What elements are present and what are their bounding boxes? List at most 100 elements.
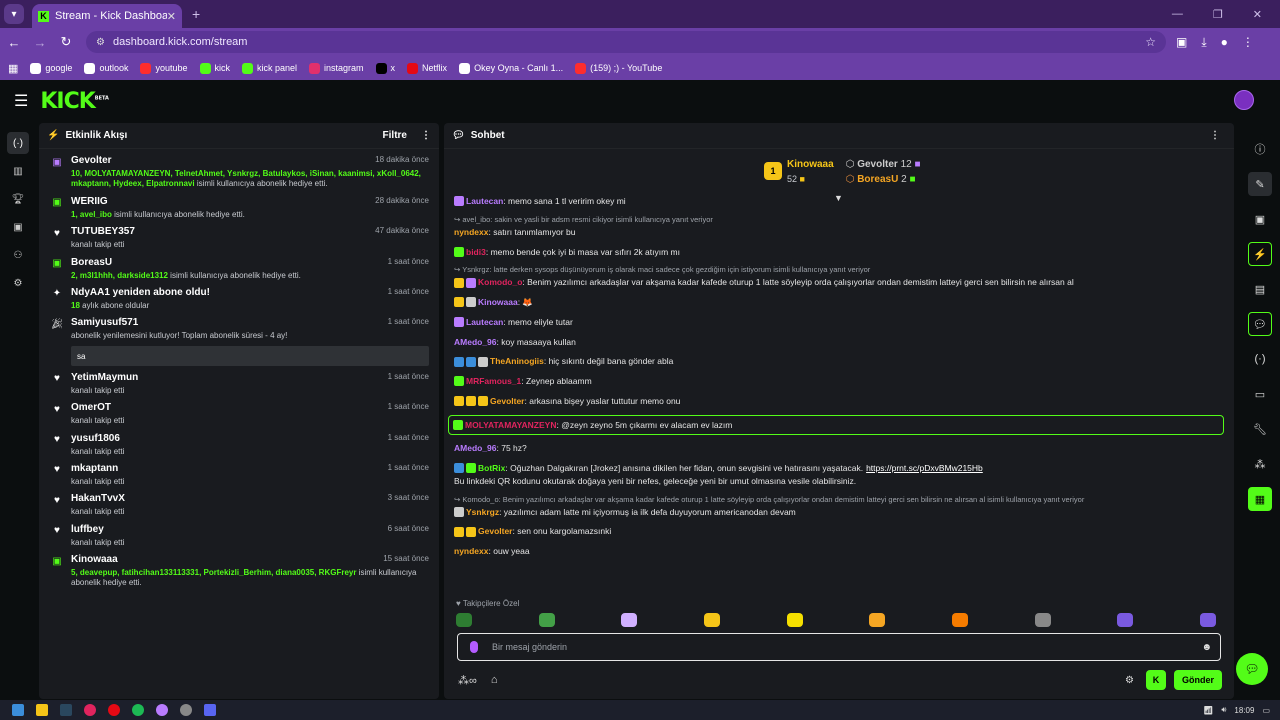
emote-icon[interactable]: [786, 613, 803, 627]
reply-context[interactable]: ↪ Ysnkrgz: latte derken sysops düşünüyor…: [454, 265, 1224, 274]
chat-username[interactable]: MRFamous_1: [466, 375, 521, 388]
event-user[interactable]: luffbey: [71, 524, 104, 535]
chat-more-icon[interactable]: ⋮: [1210, 130, 1220, 141]
opera-icon[interactable]: [108, 704, 120, 716]
chat-username[interactable]: MOLYATAMAYANZEYN: [465, 419, 556, 432]
chat-username[interactable]: Ysnkrgz: [466, 506, 499, 519]
chat-username[interactable]: AMedo_96: [454, 442, 497, 455]
chat-username[interactable]: Komodo_o: [478, 276, 522, 289]
chat-message[interactable]: Ysnkrgz: yazılımcı adam latte mi içiyorm…: [454, 506, 1224, 519]
chat-username[interactable]: Gevolter: [478, 525, 513, 538]
event-user[interactable]: Samiyusuf571: [71, 317, 138, 328]
activity-event[interactable]: 🎉︎ Samiyusuf571 1 saat önce abonelik yenile…: [39, 311, 439, 366]
bookmark-item[interactable]: (159) ;) - YouTube: [575, 62, 662, 74]
emote-icon[interactable]: [1034, 613, 1051, 627]
edit-icon[interactable]: ✎: [1248, 172, 1272, 196]
activity-event[interactable]: ▣ Kinowaaa 15 saat önce 5, deavepup, fatihc…: [39, 548, 439, 589]
send-button[interactable]: Gönder: [1174, 670, 1222, 690]
chat-input[interactable]: Bir mesaj gönderin ☻: [457, 633, 1221, 661]
chat-message[interactable]: Gevolter: arkasına bişey yaslar tuttutur…: [454, 395, 1224, 408]
event-user[interactable]: OmerOT: [71, 402, 111, 413]
mic-icon[interactable]: [470, 641, 478, 653]
kick-emote-button[interactable]: K: [1146, 670, 1166, 690]
leaderboard-first[interactable]: 1 Kinowaaa 52 ■: [764, 159, 834, 189]
tab-search-button[interactable]: ▾: [4, 4, 24, 24]
event-user[interactable]: WERIIG: [71, 196, 108, 207]
bookmark-item[interactable]: x: [375, 62, 395, 74]
quick-actions-icon[interactable]: ⚡: [1248, 242, 1272, 266]
minimize-button[interactable]: —: [1172, 8, 1183, 21]
bookmark-item[interactable]: google: [30, 62, 72, 74]
broadcast-icon[interactable]: (·): [1248, 347, 1272, 371]
help-chat-fab-icon[interactable]: 💬︎: [1236, 653, 1268, 685]
chat-message[interactable]: BotRix: Oğuzhan Dalgakıran [Jrokez] anıs…: [454, 462, 1224, 488]
activity-event[interactable]: ♥ mkaptann 1 saat önce kanalı takip etti: [39, 457, 439, 487]
activity-event[interactable]: ♥ TUTUBEY357 47 dakika önce kanalı takip et…: [39, 220, 439, 250]
chat-username[interactable]: bidi3: [466, 246, 486, 259]
chat-message[interactable]: Gevolter: sen onu kargolamazsınki: [454, 525, 1224, 538]
url-field[interactable]: ⚙ dashboard.kick.com/stream ☆: [86, 31, 1166, 53]
activity-event[interactable]: ♥ luffbey 6 saat önce kanalı takip etti: [39, 518, 439, 548]
chat-message[interactable]: nyndexx: satırı tanımlamıyor bu: [454, 226, 1224, 239]
close-tab-icon[interactable]: ✕: [167, 10, 176, 23]
reply-context[interactable]: ↪ avel_ibo: sakin ve yasli bir adsm resm…: [454, 215, 1224, 224]
bookmark-item[interactable]: outlook: [84, 62, 128, 74]
emote-icon[interactable]: [538, 613, 555, 627]
discord-icon[interactable]: [204, 704, 216, 716]
activity-event[interactable]: ♥ HakanTvvX 3 saat önce kanalı takip etti: [39, 487, 439, 517]
forward-icon[interactable]: →: [28, 35, 52, 50]
event-user[interactable]: TUTUBEY357: [71, 226, 135, 237]
kick-points-icon[interactable]: ⁂∞: [458, 674, 477, 687]
activity-event[interactable]: ♥ yusuf1806 1 saat önce kanalı takip etti: [39, 427, 439, 457]
store-icon[interactable]: ⌂: [491, 674, 498, 686]
close-window-button[interactable]: ✕: [1253, 8, 1262, 21]
chat-username[interactable]: nyndexx: [454, 226, 489, 239]
event-user[interactable]: mkaptann: [71, 463, 118, 474]
maximize-button[interactable]: ❐: [1213, 8, 1223, 21]
event-user[interactable]: Kinowaaa: [71, 554, 118, 565]
start-icon[interactable]: [12, 704, 24, 716]
bookmark-item[interactable]: instagram: [309, 62, 364, 74]
emote-icon[interactable]: [869, 613, 886, 627]
back-icon[interactable]: ←: [2, 35, 26, 50]
event-user[interactable]: yusuf1806: [71, 433, 120, 444]
chat-settings-icon[interactable]: ⚙: [1125, 675, 1134, 686]
mod-view-icon[interactable]: ▣: [1248, 207, 1272, 231]
chat-message[interactable]: MOLYATAMAYANZEYN: @zeyn zeyno 5m çıkarmı…: [448, 414, 1224, 436]
spotify-icon[interactable]: [132, 704, 144, 716]
clock[interactable]: 18:09: [1234, 706, 1254, 715]
chat-message[interactable]: bidi3: memo bende çok iyi bi masa var sı…: [454, 246, 1224, 259]
network-icon[interactable]: 📶︎: [1203, 706, 1213, 715]
activity-event[interactable]: ♥ OmerOT 1 saat önce kanalı takip etti: [39, 396, 439, 426]
site-info-icon[interactable]: ⚙: [96, 37, 105, 48]
chat-username[interactable]: AMedo_96: [454, 336, 497, 349]
bookmark-item[interactable]: kick panel: [242, 62, 297, 74]
notes-icon[interactable]: ▤: [1248, 277, 1272, 301]
new-tab-button[interactable]: +: [192, 6, 200, 22]
mod-icon[interactable]: ▣: [7, 216, 29, 238]
points-icon[interactable]: ⁂: [1248, 452, 1272, 476]
event-user[interactable]: YetimMaymun: [71, 372, 138, 383]
chat-message[interactable]: MRFamous_1: Zeynep ablaamm: [454, 375, 1224, 388]
event-user[interactable]: NdyAA1 yeniden abone oldu!: [71, 287, 210, 298]
volume-icon[interactable]: 🔊︎: [1221, 705, 1226, 715]
chat-link[interactable]: https://prnt.sc/pDxvBMw215Hb: [866, 462, 983, 475]
bookmark-item[interactable]: youtube: [140, 62, 188, 74]
chat-message[interactable]: Lautecan: memo sana 1 tl veririm okey mi: [454, 195, 1224, 208]
emote-icon[interactable]: [621, 613, 638, 627]
info-icon[interactable]: ⓘ: [1248, 137, 1272, 161]
chat-message[interactable]: Komodo_o: Benim yazılımcı arkadaşlar var…: [454, 276, 1224, 289]
event-user[interactable]: BoreasU: [71, 257, 112, 268]
download-icon[interactable]: ⤓: [1201, 35, 1206, 50]
emote-icon[interactable]: [951, 613, 968, 627]
stream-icon[interactable]: (·): [7, 132, 29, 154]
chrome-icon[interactable]: [84, 704, 96, 716]
activity-event[interactable]: ▣ BoreasU 1 saat önce 2, m3l1hhh, darkside1…: [39, 251, 439, 281]
emote-icon[interactable]: [1199, 613, 1216, 627]
chat-username[interactable]: TheAninogiis: [490, 355, 544, 368]
trophy-icon[interactable]: 🏆︎: [7, 188, 29, 210]
reload-icon[interactable]: ↻: [54, 34, 78, 50]
leaderboard-third[interactable]: ⬡ BoreasU 2 ■: [846, 174, 921, 185]
activity-event[interactable]: ♥ YetimMaymun 1 saat önce kanalı takip etti: [39, 366, 439, 396]
stream-key-icon[interactable]: ▭: [1248, 382, 1272, 406]
